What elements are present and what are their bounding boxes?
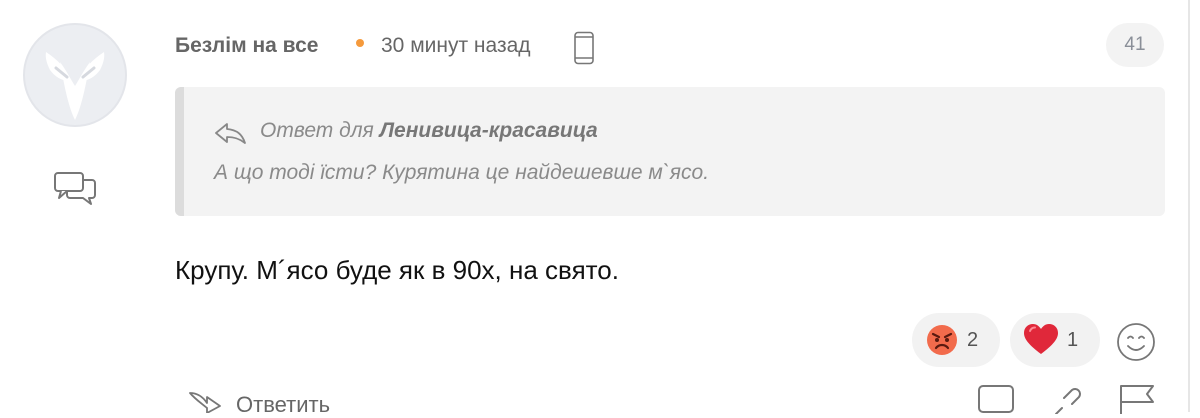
quote-text: А що тоді їсти? Курятина це найдешевше м… [214, 161, 710, 184]
quote-accent-bar [175, 87, 184, 216]
quoted-reply-block: Ответ для Ленивица-красавица А що тоді ї… [175, 87, 1165, 216]
angry-face-emoji-icon [927, 325, 957, 355]
quote-author[interactable]: Ленивица-красавица [380, 119, 598, 142]
avatar-alien-icon[interactable] [22, 22, 128, 128]
page-edge-divider [1188, 0, 1190, 412]
quote-reply-to: Ответ для Ленивица-красавица [260, 119, 598, 143]
report-flag-icon[interactable] [1117, 384, 1157, 414]
mobile-phone-icon [574, 31, 594, 65]
comment-count-badge: 41 [1106, 23, 1164, 67]
reply-arrow-icon [215, 123, 246, 144]
share-link-icon[interactable] [1048, 384, 1088, 414]
reaction-count: 2 [967, 328, 979, 351]
author-name[interactable]: Безлім на все [175, 34, 318, 58]
quote-comment-icon[interactable] [977, 384, 1017, 414]
quote-prefix: Ответ для [260, 119, 374, 142]
reply-button[interactable]: Ответить [236, 392, 330, 418]
heart-emoji-icon [1024, 324, 1058, 354]
add-reaction-smiley-icon[interactable] [1115, 321, 1157, 363]
comments-icon[interactable] [53, 170, 97, 206]
reaction-heart-button[interactable]: 1 [1010, 313, 1100, 367]
reply-arrow-icon[interactable] [187, 387, 223, 413]
comment-text: Крупу. М´ясо буде як в 90х, на свято. [175, 255, 619, 285]
reaction-count: 1 [1067, 328, 1079, 351]
online-status-dot [356, 39, 364, 47]
comment-timestamp: 30 минут назад [381, 34, 531, 57]
reaction-angry-button[interactable]: 2 [912, 313, 1000, 367]
